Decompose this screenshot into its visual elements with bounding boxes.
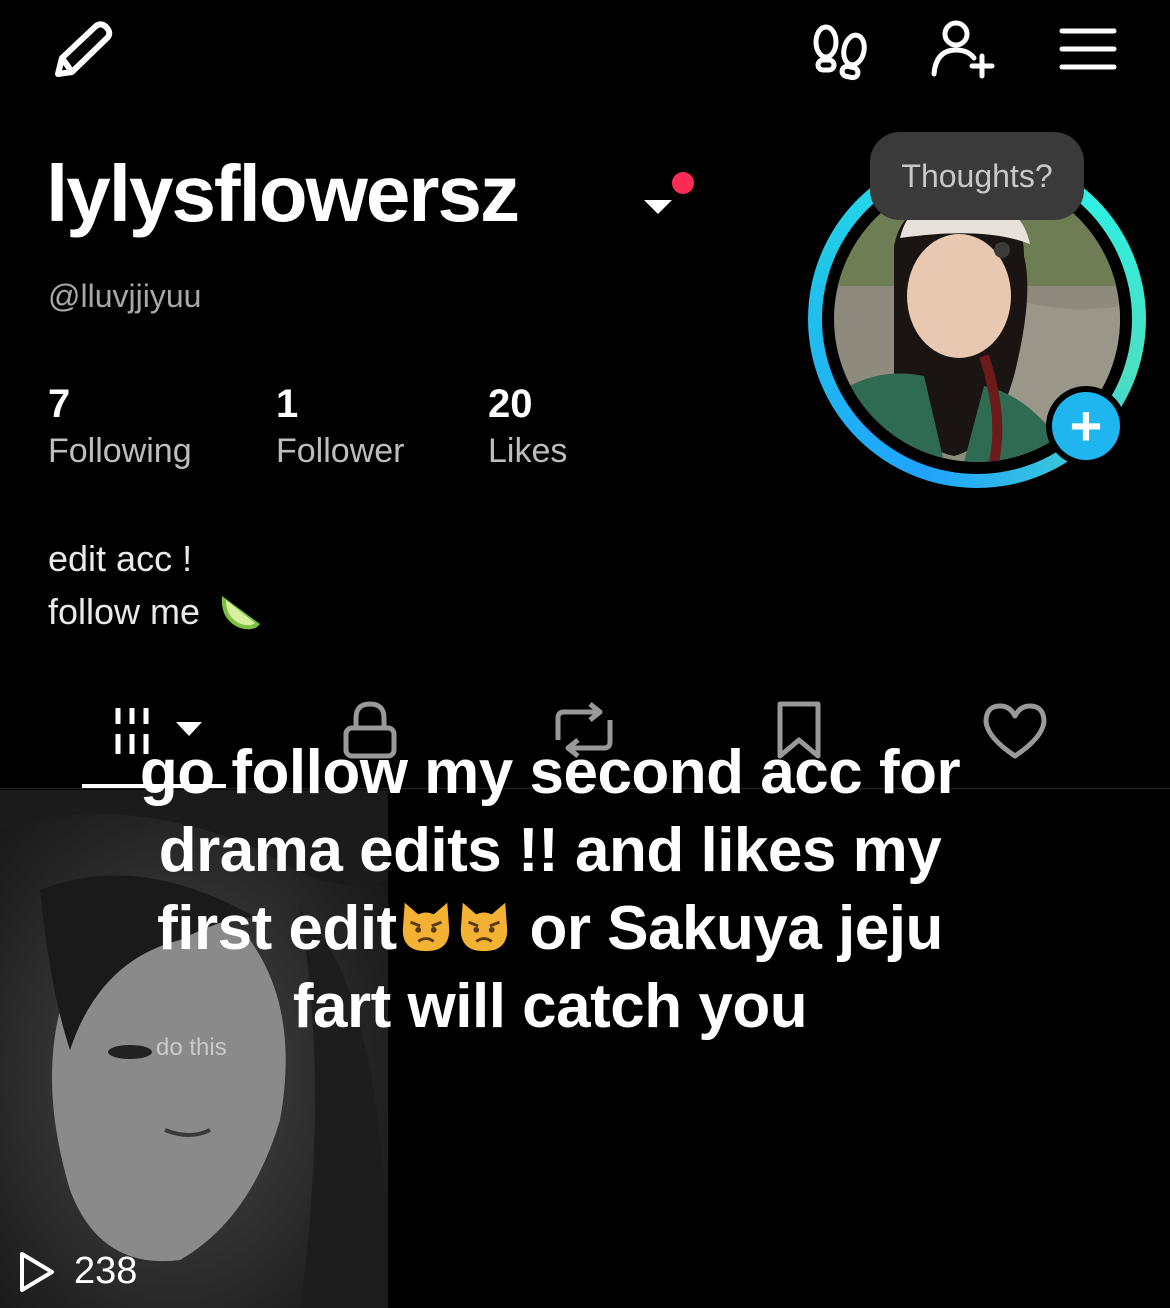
- thoughts-bubble-tail: [994, 242, 1010, 258]
- likes-label[interactable]: Likes: [488, 432, 567, 471]
- display-name[interactable]: lylysflowersz: [46, 148, 520, 240]
- thoughts-bubble[interactable]: Thoughts?: [870, 132, 1084, 220]
- account-switch-caret-icon[interactable]: [644, 200, 672, 214]
- notification-dot: [672, 172, 694, 194]
- following-count[interactable]: 7: [48, 382, 70, 427]
- lime-emoji-icon: [221, 596, 261, 630]
- following-label[interactable]: Following: [48, 432, 192, 471]
- overlay-caption-text: go follow my second acc for drama edits …: [100, 734, 1000, 1046]
- username-handle: @lluvjjiyuu: [48, 278, 202, 314]
- add-story-plus-icon[interactable]: +: [1052, 392, 1120, 460]
- bio-line: follow me: [48, 590, 264, 634]
- edit-profile-icon[interactable]: [44, 18, 116, 82]
- follower-count[interactable]: 1: [276, 382, 298, 427]
- play-icon: [16, 1250, 56, 1299]
- profile-views-footprints-icon[interactable]: [806, 20, 876, 82]
- pouting-cat-emoji-icon: [402, 902, 449, 952]
- likes-count[interactable]: 20: [488, 382, 533, 427]
- menu-icon[interactable]: [1058, 26, 1118, 72]
- bio-line-text: follow me: [48, 591, 201, 632]
- bio-line: edit acc !: [48, 538, 193, 579]
- add-friend-icon[interactable]: [926, 18, 998, 80]
- pouting-cat-emoji-icon: [460, 902, 507, 952]
- view-count: 238: [74, 1250, 138, 1292]
- follower-label[interactable]: Follower: [276, 432, 404, 471]
